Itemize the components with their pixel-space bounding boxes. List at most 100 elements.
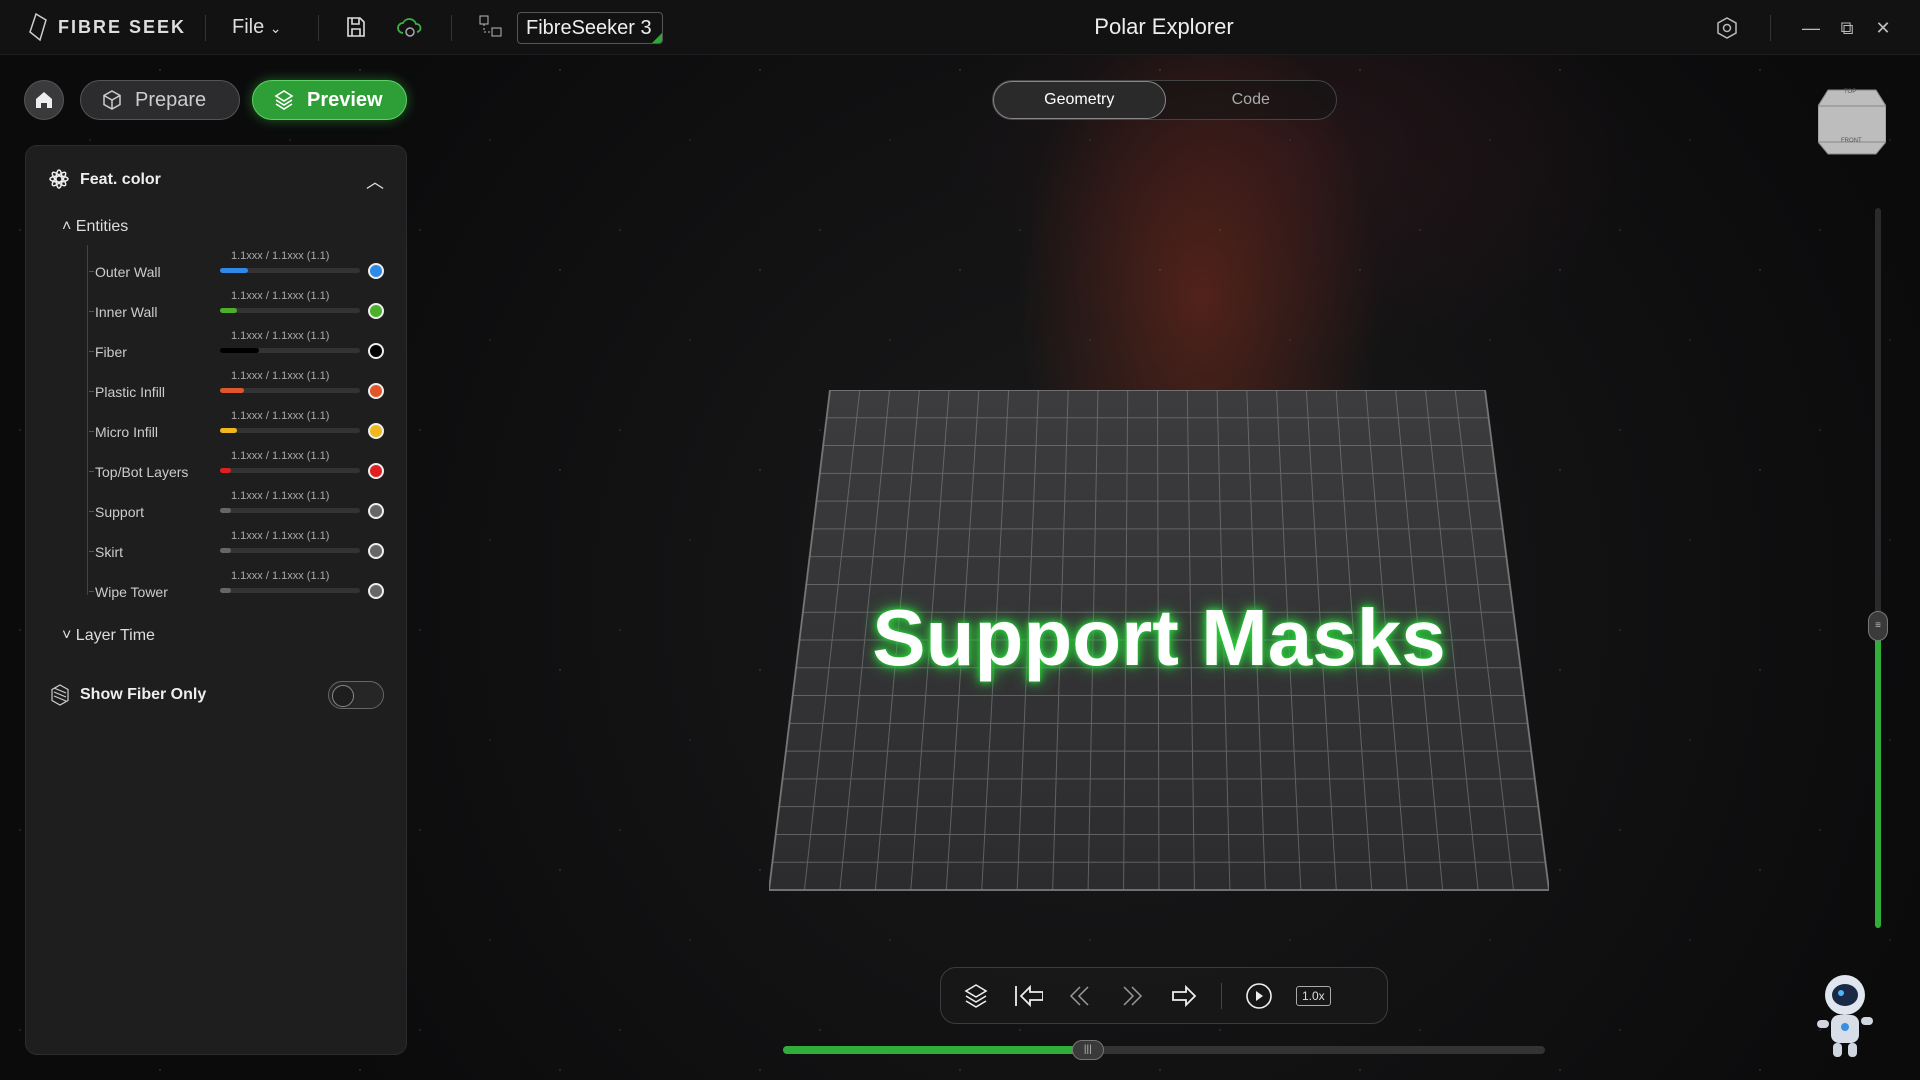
entity-label: Inner Wall xyxy=(95,304,158,320)
tree-branch xyxy=(89,551,94,552)
home-button[interactable] xyxy=(24,80,64,120)
progress-slider-fill xyxy=(783,1046,1088,1054)
entity-color-swatch[interactable] xyxy=(368,343,384,359)
entity-usage-fill xyxy=(220,268,248,273)
entity-usage-bar xyxy=(220,388,360,393)
layer-time-toggle[interactable]: ˅ Layer Time xyxy=(62,627,155,645)
layer-slider-fill xyxy=(1875,626,1881,928)
progress-slider-handle[interactable]: ||| xyxy=(1072,1040,1104,1060)
entity-value: 1.1xxx / 1.1xxx (1.1) xyxy=(231,330,329,342)
entity-value: 1.1xxx / 1.1xxx (1.1) xyxy=(231,250,329,262)
entity-usage-fill xyxy=(220,388,244,393)
entity-value: 1.1xxx / 1.1xxx (1.1) xyxy=(231,290,329,302)
cube-icon xyxy=(101,89,123,111)
home-icon xyxy=(34,90,54,110)
entity-color-swatch[interactable] xyxy=(368,463,384,479)
entity-usage-fill xyxy=(220,548,231,553)
entity-row[interactable]: Micro Infill 1.1xxx / 1.1xxx (1.1) xyxy=(70,416,390,446)
cube-front-label: FRONT xyxy=(1841,138,1862,144)
view-mode-toggle: Geometry Code xyxy=(992,80,1337,120)
tree-branch xyxy=(89,311,94,312)
tab-geometry[interactable]: Geometry xyxy=(993,81,1166,119)
tree-branch xyxy=(89,351,94,352)
layer-time-label: Layer Time xyxy=(76,627,155,644)
entity-label: Fiber xyxy=(95,344,127,360)
entity-label: Micro Infill xyxy=(95,424,158,440)
overlay-headline: Support Masks xyxy=(769,592,1549,684)
top-bar: FIBRE SEEK File ⌄ FibreSeeker 3 Polar Ex… xyxy=(0,0,1920,55)
entity-row[interactable]: Plastic Infill 1.1xxx / 1.1xxx (1.1) xyxy=(70,376,390,406)
restore-icon[interactable]: ⧉ xyxy=(1833,14,1861,42)
entity-color-swatch[interactable] xyxy=(368,383,384,399)
entity-row[interactable]: Inner Wall 1.1xxx / 1.1xxx (1.1) xyxy=(70,296,390,326)
tree-branch xyxy=(89,471,94,472)
entity-usage-fill xyxy=(220,468,231,473)
settings-icon[interactable] xyxy=(1713,14,1741,42)
tree-branch xyxy=(89,511,94,512)
entity-usage-fill xyxy=(220,508,231,513)
skip-to-end-icon[interactable] xyxy=(1169,981,1199,1011)
step-forward-icon[interactable] xyxy=(1117,981,1147,1011)
entity-usage-fill xyxy=(220,348,259,353)
playback-speed[interactable]: 1.0x xyxy=(1296,986,1331,1006)
step-back-icon[interactable] xyxy=(1065,981,1095,1011)
entity-color-swatch[interactable] xyxy=(368,303,384,319)
tree-branch xyxy=(89,271,94,272)
prepare-button[interactable]: Prepare xyxy=(80,80,240,120)
entity-label: Top/Bot Layers xyxy=(95,464,188,480)
entity-label: Outer Wall xyxy=(95,264,161,280)
entity-row[interactable]: Top/Bot Layers 1.1xxx / 1.1xxx (1.1) xyxy=(70,456,390,486)
entity-value: 1.1xxx / 1.1xxx (1.1) xyxy=(231,530,329,542)
entity-value: 1.1xxx / 1.1xxx (1.1) xyxy=(231,450,329,462)
preview-label: Preview xyxy=(307,89,383,112)
entity-value: 1.1xxx / 1.1xxx (1.1) xyxy=(231,570,329,582)
entity-usage-bar xyxy=(220,428,360,433)
entity-row[interactable]: Support 1.1xxx / 1.1xxx (1.1) xyxy=(70,496,390,526)
entity-color-swatch[interactable] xyxy=(368,503,384,519)
entity-value: 1.1xxx / 1.1xxx (1.1) xyxy=(231,410,329,422)
collapse-chevron-icon[interactable]: ︿ xyxy=(366,168,384,194)
entity-row[interactable]: Outer Wall 1.1xxx / 1.1xxx (1.1) xyxy=(70,256,390,286)
cube-top-label: TOP xyxy=(1844,89,1856,95)
close-icon[interactable]: ✕ xyxy=(1869,14,1897,42)
entity-usage-fill xyxy=(220,588,231,593)
entity-row[interactable]: Fiber 1.1xxx / 1.1xxx (1.1) xyxy=(70,336,390,366)
entity-color-swatch[interactable] xyxy=(368,543,384,559)
entity-usage-bar xyxy=(220,308,360,313)
entity-label: Skirt xyxy=(95,544,123,560)
tree-branch xyxy=(89,591,94,592)
minimize-icon[interactable]: — xyxy=(1797,14,1825,42)
flower-icon xyxy=(48,168,70,190)
entity-color-swatch[interactable] xyxy=(368,423,384,439)
entity-label: Plastic Infill xyxy=(95,384,165,400)
entity-color-swatch[interactable] xyxy=(368,583,384,599)
show-fiber-only-toggle[interactable] xyxy=(328,681,384,709)
play-icon[interactable] xyxy=(1244,981,1274,1011)
tree-branch xyxy=(89,431,94,432)
section-title: Feat. color xyxy=(80,171,161,189)
layers-icon[interactable] xyxy=(961,981,991,1011)
entity-usage-fill xyxy=(220,308,237,313)
prepare-label: Prepare xyxy=(135,89,206,112)
divider xyxy=(1770,15,1771,41)
entity-color-swatch[interactable] xyxy=(368,263,384,279)
window-title: Polar Explorer xyxy=(0,14,1920,40)
skip-to-start-icon[interactable] xyxy=(1013,981,1043,1011)
divider xyxy=(1221,983,1222,1009)
assistant-astronaut-icon[interactable] xyxy=(1800,965,1890,1065)
entity-usage-bar xyxy=(220,548,360,553)
entity-row[interactable]: Wipe Tower 1.1xxx / 1.1xxx (1.1) xyxy=(70,576,390,606)
entities-toggle[interactable]: ˄ Entities xyxy=(62,218,128,236)
entity-usage-bar xyxy=(220,348,360,353)
chevron-up-icon: ˄ xyxy=(62,218,71,235)
layer-slider-handle[interactable]: ≡ xyxy=(1868,611,1888,641)
entities-label: Entities xyxy=(76,218,128,235)
tab-code[interactable]: Code xyxy=(1166,81,1337,119)
entity-label: Wipe Tower xyxy=(95,584,168,600)
layers-icon xyxy=(273,89,295,111)
preview-button[interactable]: Preview xyxy=(252,80,407,120)
entity-row[interactable]: Skirt 1.1xxx / 1.1xxx (1.1) xyxy=(70,536,390,566)
playback-toolbar: 1.0x xyxy=(940,967,1388,1024)
view-cube[interactable]: TOP FRONT xyxy=(1818,82,1886,155)
entity-usage-bar xyxy=(220,588,360,593)
